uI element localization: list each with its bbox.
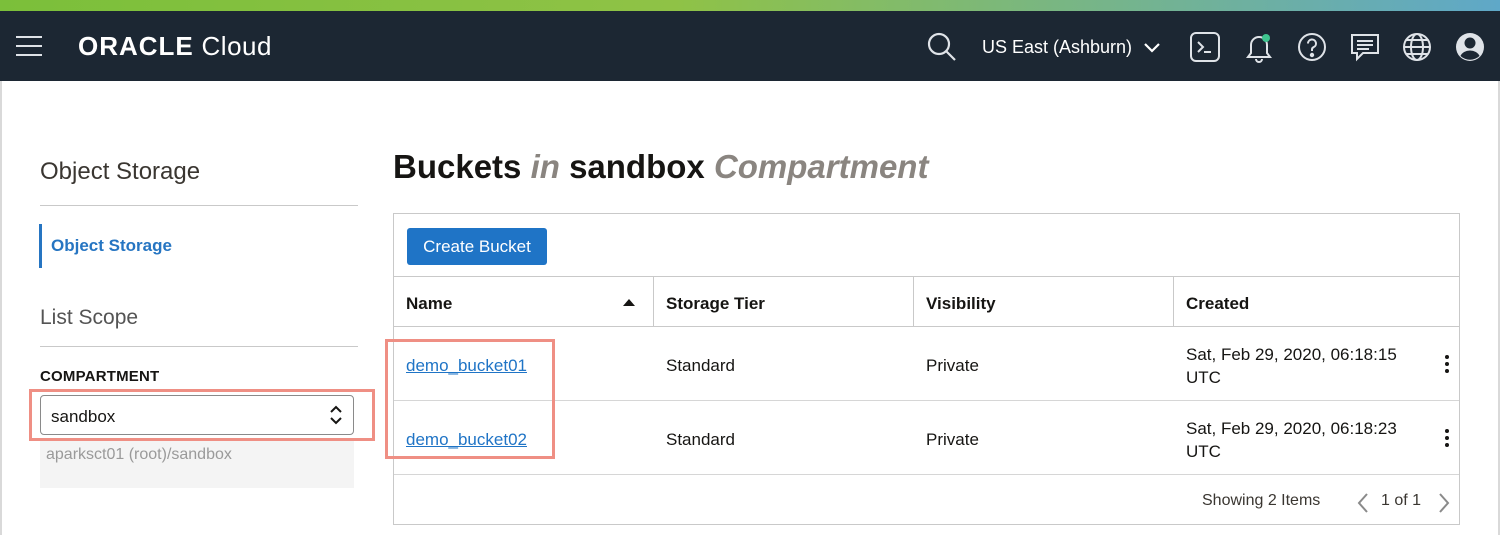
search-icon[interactable]: [926, 31, 958, 63]
compartment-path-text: aparksct01 (root)/sandbox: [46, 446, 232, 463]
cloud-shell-icon[interactable]: [1189, 31, 1221, 63]
title-compartment-name: sandbox: [569, 148, 705, 185]
list-scope-title: List Scope: [40, 306, 139, 329]
created-date: Sat, Feb 29, 2020, 06:18:23: [1186, 419, 1397, 438]
globe-icon[interactable]: [1401, 31, 1433, 63]
column-visibility[interactable]: Visibility: [914, 277, 1174, 326]
compartment-label: COMPARTMENT: [40, 368, 160, 385]
visibility-cell: Private: [926, 356, 979, 375]
sort-ascending-icon: [623, 299, 635, 306]
column-name[interactable]: Name: [394, 277, 654, 326]
page-title: Buckets in sandbox Compartment: [393, 148, 928, 186]
help-icon[interactable]: [1296, 31, 1328, 63]
column-name-label: Name: [406, 294, 453, 313]
chevron-left-icon[interactable]: [1356, 492, 1370, 514]
sidebar-divider: [40, 205, 358, 206]
created-cell: Sat, Feb 29, 2020, 06:18:15 UTC: [1186, 343, 1397, 389]
region-selector[interactable]: US East (Ashburn): [982, 37, 1161, 59]
items-count: Showing 2 Items: [1202, 492, 1321, 509]
compartment-path: aparksct01 (root)/sandbox: [40, 440, 354, 488]
title-compartment-word: Compartment: [713, 148, 929, 185]
table-footer: Showing 2 Items 1 of 1: [394, 476, 1459, 524]
pagination-label: 1 of 1: [1381, 492, 1422, 509]
row-actions-icon[interactable]: [1441, 353, 1453, 375]
storage-tier-cell: Standard: [666, 356, 735, 375]
highlight-bucket-names-box: [385, 339, 555, 459]
column-created[interactable]: Created: [1174, 277, 1459, 326]
brand-bold: ORACLE: [78, 31, 194, 61]
table-header: Name Storage Tier Visibility Created: [394, 276, 1459, 327]
title-buckets: Buckets: [393, 148, 522, 185]
column-storage-tier-label: Storage Tier: [666, 294, 765, 313]
sidebar-item-label: Object Storage: [51, 236, 172, 255]
create-bucket-button[interactable]: Create Bucket: [407, 228, 547, 265]
scope-divider: [40, 346, 358, 347]
column-visibility-label: Visibility: [926, 294, 996, 313]
sidebar-item-object-storage[interactable]: Object Storage: [39, 224, 357, 268]
top-accent-bar: [0, 0, 1500, 11]
created-timezone: UTC: [1186, 442, 1221, 461]
created-timezone: UTC: [1186, 368, 1221, 387]
user-icon[interactable]: [1454, 31, 1486, 63]
title-in: in: [530, 148, 560, 185]
oracle-cloud-logo[interactable]: ORACLE Cloud: [78, 31, 272, 62]
chat-icon[interactable]: [1349, 31, 1381, 63]
top-navigation-bar: ORACLE Cloud US East (Ashburn): [0, 11, 1500, 81]
menu-icon[interactable]: [16, 36, 42, 56]
created-cell: Sat, Feb 29, 2020, 06:18:23 UTC: [1186, 417, 1397, 463]
created-date: Sat, Feb 29, 2020, 06:18:15: [1186, 345, 1397, 364]
highlight-compartment-box: [29, 389, 375, 441]
row-actions-icon[interactable]: [1441, 427, 1453, 449]
bell-icon[interactable]: [1243, 31, 1275, 63]
brand-light: Cloud: [201, 31, 272, 61]
visibility-cell: Private: [926, 430, 979, 449]
chevron-right-icon[interactable]: [1437, 492, 1451, 514]
column-created-label: Created: [1186, 294, 1250, 313]
region-label: US East (Ashburn): [982, 37, 1133, 57]
sidebar-title: Object Storage: [40, 158, 201, 185]
chevron-down-icon: [1143, 38, 1161, 59]
column-storage-tier[interactable]: Storage Tier: [654, 277, 914, 326]
storage-tier-cell: Standard: [666, 430, 735, 449]
